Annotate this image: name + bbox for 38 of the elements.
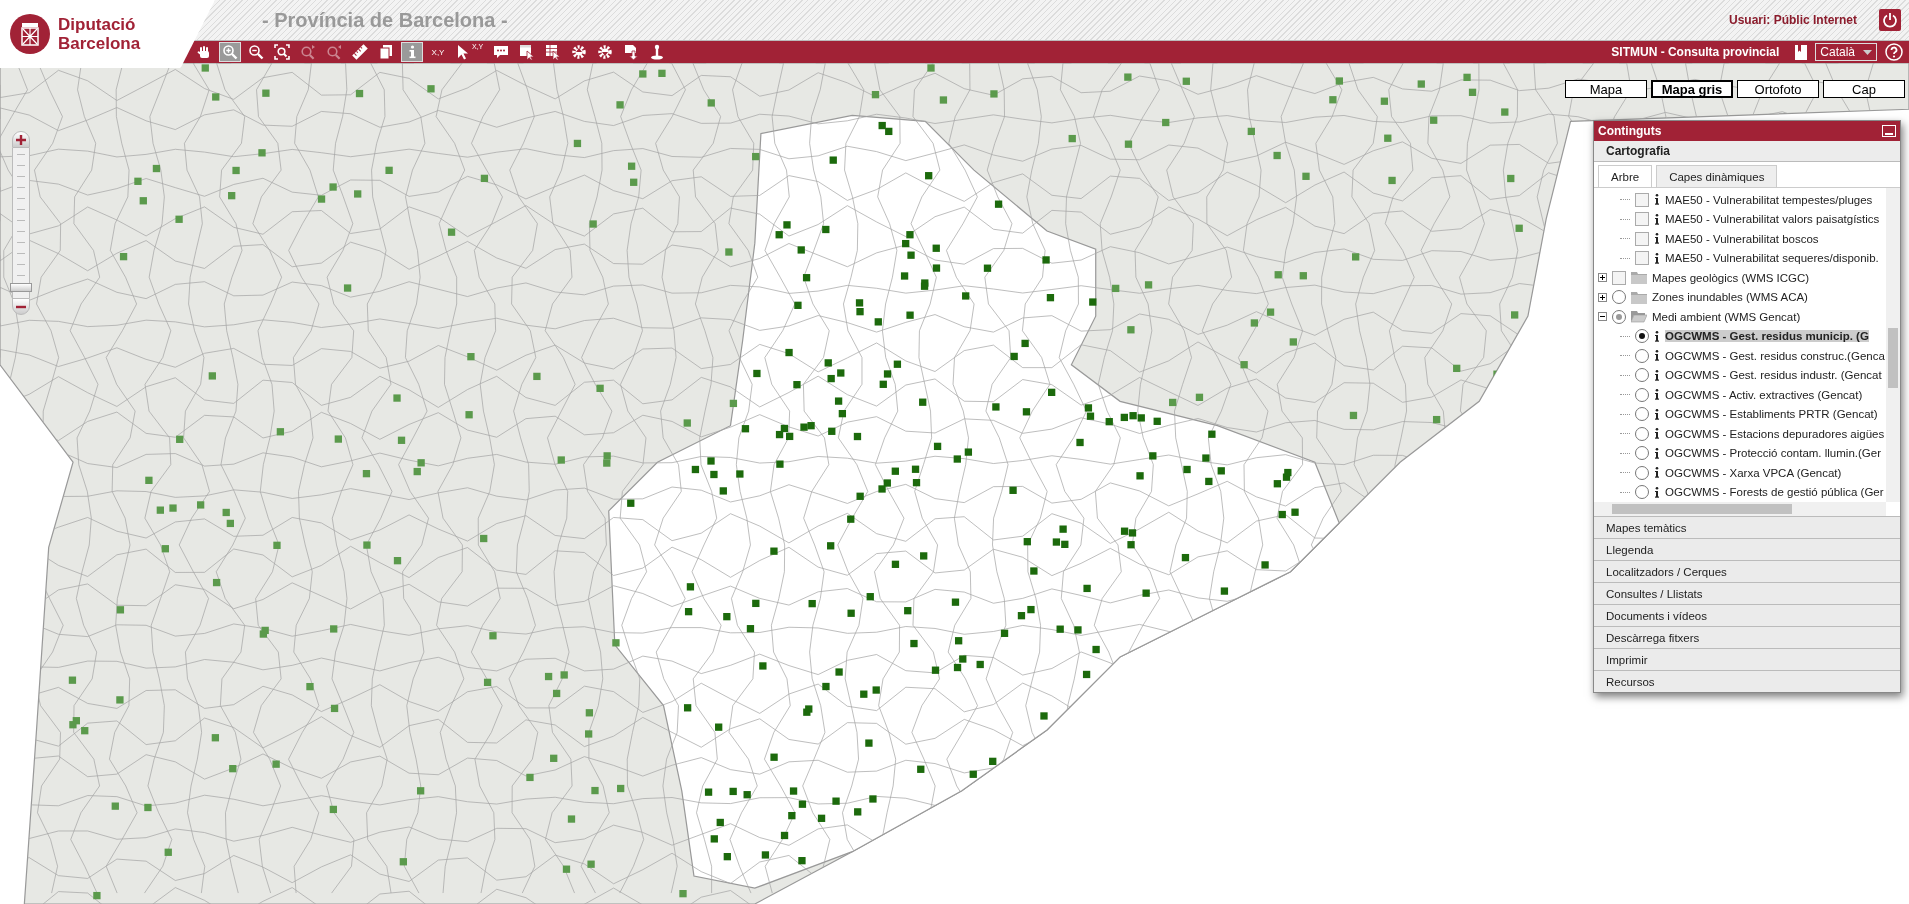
layer-label[interactable]: OGCWMS - Gest. residus municip. (G <box>1665 330 1869 343</box>
layer-label[interactable]: Medi ambient (WMS Gencat) <box>1652 310 1801 323</box>
accordion-section[interactable]: Documents i vídeos <box>1594 604 1900 626</box>
layer-label[interactable]: Zones inundables (WMS ACA) <box>1652 291 1808 304</box>
layer-label[interactable]: OGCWMS - Forests de gestió pública (Ger <box>1665 486 1884 499</box>
base-layer-button[interactable]: Mapa gris <box>1651 80 1733 98</box>
base-layer-button[interactable]: Mapa <box>1565 80 1647 98</box>
section-header[interactable]: Cartografia <box>1594 141 1900 162</box>
accordion-section[interactable]: Mapes temàtics <box>1594 516 1900 538</box>
layer-label[interactable]: OGCWMS - Establiments PRTR (Gencat) <box>1665 408 1878 421</box>
layer-label[interactable]: OGCWMS - Gest. residus construc.(Genca <box>1665 349 1885 362</box>
accordion-section[interactable]: Imprimir <box>1594 648 1900 670</box>
layer-label[interactable]: MAE50 - Vulnerabilitat sequeres/disponib. <box>1665 252 1879 265</box>
tab[interactable]: Arbre <box>1598 165 1653 187</box>
user-label: Usuari: Públic Internet <box>1728 13 1857 27</box>
layer-label[interactable]: OGCWMS - Activ. extractives (Gencat) <box>1665 388 1863 401</box>
toolbar-button[interactable]: X,Y <box>427 42 449 62</box>
base-layer-button[interactable]: Ortofoto <box>1737 80 1819 98</box>
layer-label[interactable]: OGCWMS - Xarxa VPCA (Gencat) <box>1665 466 1842 479</box>
layer-label[interactable]: Mapes geològics (WMS ICGC) <box>1652 271 1810 284</box>
province-title: - Província de Barcelona - <box>262 8 509 32</box>
layer-label[interactable]: OGCWMS - Estacions depuradores aigües <box>1665 427 1885 440</box>
language-select[interactable]: Català <box>1815 43 1877 61</box>
layer-label[interactable]: MAE50 - Vulnerabilitat tempestes/pluges <box>1665 193 1873 206</box>
layer-label[interactable]: MAE50 - Vulnerabilitat boscos <box>1665 232 1819 245</box>
app-title: SITMUN - Consulta provincial <box>1611 45 1780 59</box>
accordion-section[interactable]: Llegenda <box>1594 538 1900 560</box>
organization-name: Diputació Barcelona <box>58 15 141 53</box>
base-layer-button[interactable]: Cap <box>1823 80 1905 98</box>
accordion-section[interactable]: Descàrrega fitxers <box>1594 626 1900 648</box>
panel-title: Continguts <box>1598 124 1662 138</box>
layer-label[interactable]: OGCWMS - Protecció contam. llumin.(Ger <box>1665 447 1881 460</box>
tab[interactable]: Capes dinàmiques <box>1656 165 1778 187</box>
accordion-section[interactable]: Localitzadors / Cerques <box>1594 560 1900 582</box>
layer-label[interactable]: OGCWMS - Gest. residus industr. (Gencat <box>1665 369 1882 382</box>
layer-label[interactable]: MAE50 - Vulnerabilitat valors paisatgístics <box>1665 213 1880 226</box>
accordion-section[interactable]: Consultes / Llistats <box>1594 582 1900 604</box>
accordion-section[interactable]: Recursos <box>1594 670 1900 692</box>
